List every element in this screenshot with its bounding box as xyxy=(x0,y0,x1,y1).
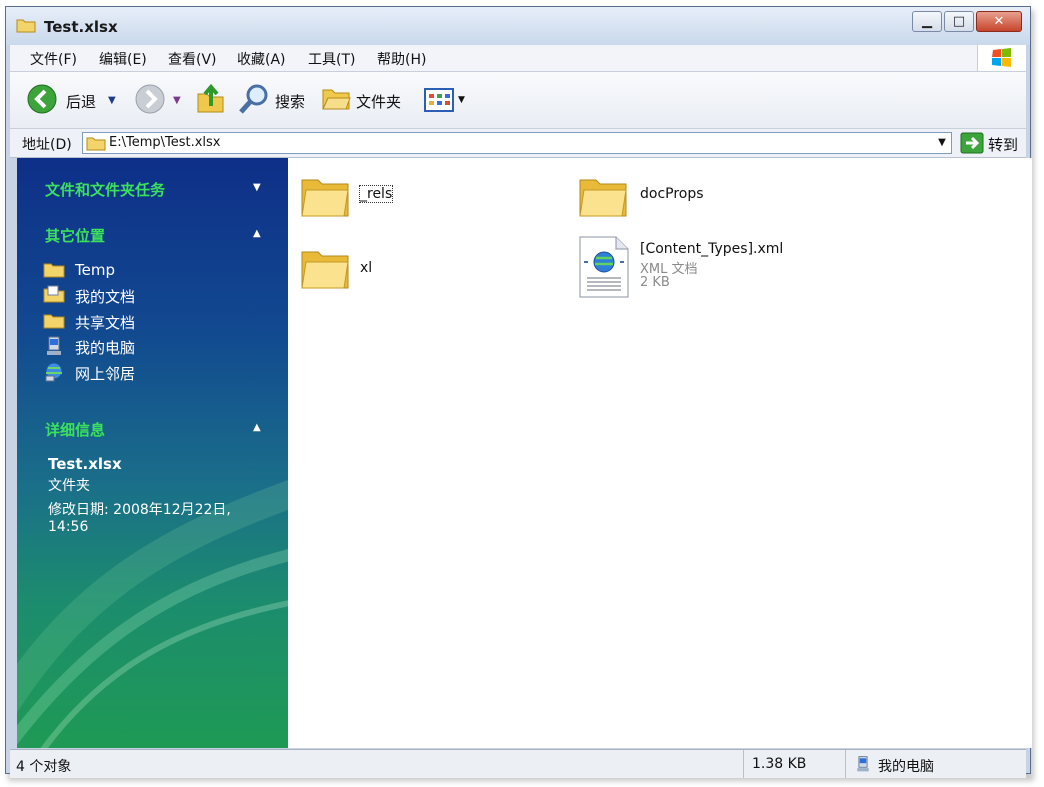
minimize-button[interactable]: ▁ xyxy=(912,11,942,32)
search-label: 搜索 xyxy=(275,93,306,111)
detail-modified: 修改日期: 2008年12月22日, xyxy=(48,502,231,518)
place-link-my-computer[interactable]: 我的电脑 xyxy=(43,336,135,357)
chevron-up-icon[interactable]: ▲ xyxy=(253,228,261,239)
place-link-temp[interactable]: Temp xyxy=(43,260,115,280)
forward-dropdown-icon[interactable]: ▼ xyxy=(173,95,181,106)
menu-edit[interactable]: 编辑(E) xyxy=(99,49,147,69)
detail-modified-time: 14:56 xyxy=(48,519,89,535)
network-icon xyxy=(45,362,63,382)
folder-icon xyxy=(301,251,349,289)
file-item-xl[interactable]: xl xyxy=(300,244,420,296)
address-label: 地址(D) xyxy=(22,137,72,153)
menu-file[interactable]: 文件(F) xyxy=(30,49,77,69)
maximize-icon: □ xyxy=(952,14,966,29)
go-arrow-icon xyxy=(960,132,984,154)
menu-tools[interactable]: 工具(T) xyxy=(308,49,355,69)
file-item-content-types[interactable]: [Content_Types].xml XML 文档 2 KB xyxy=(578,236,798,300)
detail-type: 文件夹 xyxy=(48,478,90,494)
folders-icon xyxy=(322,89,351,110)
file-name: _rels xyxy=(358,185,394,203)
tasks-section-header[interactable]: 文件和文件夹任务 xyxy=(45,179,165,200)
search-icon xyxy=(239,84,268,114)
explorer-window: Test.xlsx ▁ □ ✕ 文件(F) 编辑(E) 查看(V) 收藏(A) … xyxy=(5,6,1032,778)
place-label: 网上邻居 xyxy=(75,365,136,383)
places-section-header[interactable]: 其它位置 xyxy=(45,225,105,246)
chevron-up-icon[interactable]: ▲ xyxy=(253,422,261,433)
back-arrow-icon xyxy=(27,84,57,114)
place-label: 我的电脑 xyxy=(75,339,136,357)
computer-icon xyxy=(857,756,869,772)
place-label: 我的文档 xyxy=(75,288,136,306)
forward-arrow-icon xyxy=(135,84,165,114)
address-dropdown-icon[interactable]: ▼ xyxy=(935,135,949,151)
my-documents-icon xyxy=(43,285,65,303)
folder-icon xyxy=(579,179,627,217)
file-name: [Content_Types].xml xyxy=(640,241,784,257)
status-location: 我的电脑 xyxy=(878,759,934,775)
status-size-segment: 1.38 KB xyxy=(743,750,844,778)
folder-icon xyxy=(301,179,349,217)
go-label: 转到 xyxy=(988,136,1019,154)
maximize-button[interactable]: □ xyxy=(944,11,974,32)
place-label: 共享文档 xyxy=(75,314,136,332)
windows-logo xyxy=(977,45,1026,71)
background-swirl xyxy=(17,480,288,748)
back-dropdown-icon[interactable]: ▼ xyxy=(108,95,116,106)
status-bar: 4 个对象 1.38 KB 我的电脑 xyxy=(10,749,1026,778)
place-link-my-documents[interactable]: 我的文档 xyxy=(43,285,135,306)
detail-name: Test.xlsx xyxy=(48,455,122,473)
views-dropdown-icon: ▼ xyxy=(458,95,465,105)
back-button[interactable]: 后退 xyxy=(26,82,114,116)
task-pane: 文件和文件夹任务 ▼ 其它位置 ▲ Temp 我的文档 共享文档 我的电脑 网上… xyxy=(17,158,288,748)
file-size: 2 KB xyxy=(640,275,670,290)
back-label: 后退 xyxy=(66,93,97,111)
menu-bar: 文件(F) 编辑(E) 查看(V) 收藏(A) 工具(T) 帮助(H) xyxy=(10,45,1026,72)
xml-file-icon xyxy=(579,236,629,298)
status-object-count: 4 个对象 xyxy=(16,759,72,775)
file-item-docprops[interactable]: docProps xyxy=(578,172,718,224)
file-item-rels[interactable]: _rels xyxy=(300,172,420,224)
go-button[interactable]: 转到 xyxy=(958,131,1024,155)
menu-favorites[interactable]: 收藏(A) xyxy=(237,49,286,69)
toolbar: 后退 ▼ ▼ 搜索 文件夹 ▼ xyxy=(10,72,1026,129)
views-button[interactable]: ▼ xyxy=(424,82,468,116)
address-bar: 地址(D) E:\Temp\Test.xlsx ▼ 转到 xyxy=(10,129,1026,158)
forward-button[interactable] xyxy=(134,82,168,116)
chevron-down-icon[interactable]: ▼ xyxy=(253,182,261,193)
menu-help[interactable]: 帮助(H) xyxy=(377,49,426,69)
minimize-icon: ▁ xyxy=(922,14,932,29)
up-folder-icon xyxy=(197,83,224,113)
file-name: docProps xyxy=(640,186,704,202)
file-name: xl xyxy=(360,260,373,276)
windows-flag-icon xyxy=(992,48,1011,67)
folders-button[interactable]: 文件夹 xyxy=(320,82,410,116)
file-view: _rels docProps xl [Content_Types].xml XM… xyxy=(288,158,1032,748)
title-bar[interactable]: Test.xlsx ▁ □ ✕ xyxy=(6,7,1030,45)
window-title: Test.xlsx xyxy=(44,18,118,36)
folder-icon xyxy=(43,263,65,278)
status-size: 1.38 KB xyxy=(752,756,807,772)
address-input[interactable]: E:\Temp\Test.xlsx ▼ xyxy=(82,132,952,154)
folders-label: 文件夹 xyxy=(356,93,402,111)
place-label: Temp xyxy=(75,261,115,279)
folder-icon xyxy=(86,137,106,151)
views-icon xyxy=(424,88,454,112)
search-button[interactable]: 搜索 xyxy=(237,82,317,116)
address-path: E:\Temp\Test.xlsx xyxy=(109,135,221,150)
place-link-network[interactable]: 网上邻居 xyxy=(43,362,135,383)
menu-view[interactable]: 查看(V) xyxy=(168,49,217,69)
close-icon: ✕ xyxy=(993,14,1005,29)
status-location-segment: 我的电脑 xyxy=(845,750,1026,778)
place-link-shared-documents[interactable]: 共享文档 xyxy=(43,311,135,332)
close-button[interactable]: ✕ xyxy=(976,11,1022,32)
up-folder-button[interactable] xyxy=(195,82,227,116)
shared-folder-icon xyxy=(43,314,65,329)
computer-icon xyxy=(47,336,61,355)
details-section-header[interactable]: 详细信息 xyxy=(45,419,105,440)
folder-icon xyxy=(16,19,36,33)
